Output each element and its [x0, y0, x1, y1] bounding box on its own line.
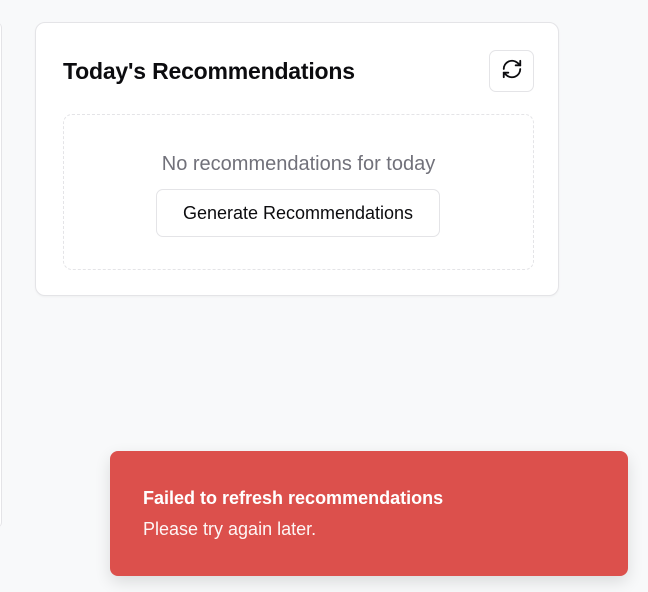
generate-recommendations-button[interactable]: Generate Recommendations	[156, 189, 440, 237]
page: Today's Recommendations No recommendatio…	[0, 0, 648, 592]
left-panel	[0, 22, 2, 528]
card-title: Today's Recommendations	[63, 58, 355, 84]
empty-state: No recommendations for today Generate Re…	[63, 114, 534, 270]
refresh-icon	[501, 58, 523, 85]
recommendations-card: Today's Recommendations No recommendatio…	[35, 22, 559, 296]
refresh-button[interactable]	[489, 50, 534, 92]
toast-title: Failed to refresh recommendations	[143, 488, 444, 508]
toast-message: Please try again later.	[143, 519, 317, 539]
error-toast[interactable]: Failed to refresh recommendations Please…	[110, 451, 628, 576]
empty-message: No recommendations for today	[161, 153, 436, 175]
